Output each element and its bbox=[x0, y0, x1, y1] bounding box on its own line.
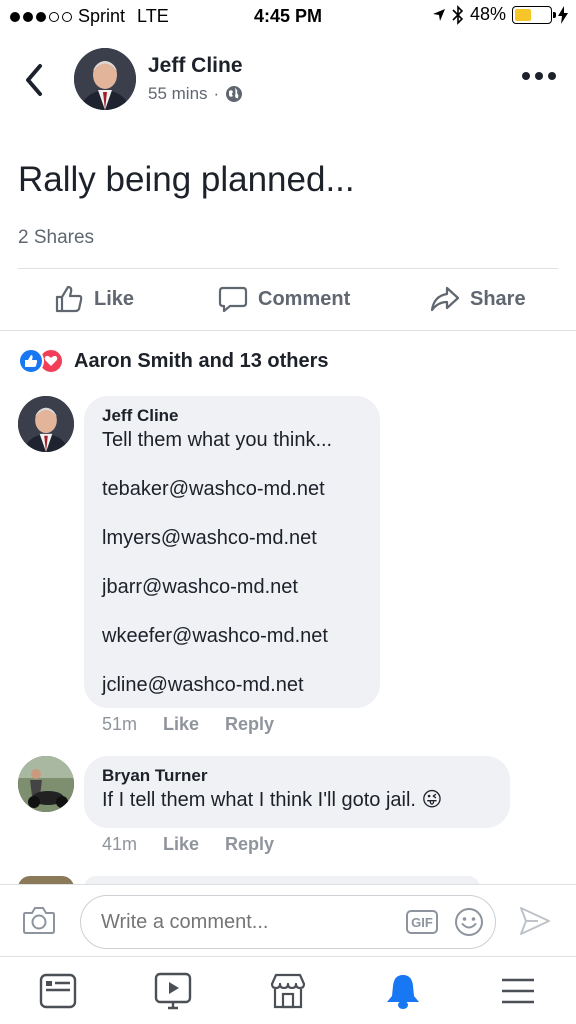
post-time[interactable]: 55 mins bbox=[148, 84, 208, 104]
more-options-icon[interactable] bbox=[522, 72, 556, 80]
comment-time: 51m bbox=[102, 714, 138, 734]
globe-icon bbox=[226, 86, 243, 102]
bottom-tab-bar bbox=[0, 956, 576, 1024]
send-icon[interactable] bbox=[518, 905, 552, 937]
shares-count[interactable]: 2 Shares bbox=[18, 227, 94, 249]
comment-bubble-icon bbox=[218, 286, 248, 313]
comment-text-line: Tell them what you think... bbox=[102, 429, 333, 451]
thumbs-up-icon bbox=[55, 285, 83, 313]
comment-author[interactable]: Jeff Cline bbox=[102, 406, 362, 426]
emoji-icon[interactable] bbox=[454, 907, 484, 937]
divider bbox=[0, 330, 576, 331]
bluetooth-icon bbox=[452, 4, 464, 25]
commenter-avatar[interactable] bbox=[18, 396, 74, 452]
tab-notifications[interactable] bbox=[381, 971, 425, 1011]
share-button[interactable]: Share bbox=[430, 284, 526, 314]
tab-watch[interactable] bbox=[151, 971, 195, 1011]
winking-tongue-emoji: 😜 bbox=[421, 789, 443, 811]
gif-button[interactable]: GIF bbox=[406, 910, 438, 934]
marketplace-shop-icon bbox=[270, 973, 306, 1009]
comment-bubble[interactable]: Bryan Turner If I tell them what I think… bbox=[84, 756, 510, 828]
like-label: Like bbox=[94, 287, 135, 310]
comment-email-link[interactable]: lmyers@washco-md.net bbox=[102, 526, 362, 550]
comment-email-link[interactable]: jcline@washco-md.net bbox=[102, 673, 362, 697]
author-name[interactable]: Jeff Cline bbox=[148, 54, 243, 78]
location-arrow-icon bbox=[432, 8, 445, 21]
comment-button[interactable]: Comment bbox=[218, 284, 350, 314]
tab-news-feed[interactable] bbox=[36, 971, 80, 1011]
meta-separator: · bbox=[213, 84, 220, 103]
post-action-bar: Like Comment Share bbox=[0, 270, 576, 330]
camera-icon[interactable] bbox=[22, 905, 56, 935]
comment-text-line: If I tell them what I think I'll goto ja… bbox=[102, 788, 492, 812]
comment-like-button[interactable]: Like bbox=[163, 714, 199, 735]
comment-author[interactable]: Bryan Turner bbox=[102, 766, 492, 786]
comment-reply-button[interactable]: Reply bbox=[225, 834, 274, 855]
comment-meta: 41m Like Reply bbox=[102, 834, 274, 855]
charging-bolt-icon bbox=[558, 5, 568, 24]
news-feed-icon bbox=[39, 973, 77, 1009]
battery-percent: 48% bbox=[469, 4, 506, 24]
post-text: Rally being planned... bbox=[18, 160, 355, 199]
tab-menu[interactable] bbox=[496, 971, 540, 1011]
commenter-avatar[interactable] bbox=[18, 756, 74, 812]
comment-text: If I tell them what I think I'll goto ja… bbox=[102, 789, 416, 811]
comment-time: 41m bbox=[102, 834, 138, 854]
share-label: Share bbox=[470, 287, 526, 310]
comment-meta: 51m Like Reply bbox=[102, 714, 274, 735]
post-meta: 55 mins · bbox=[148, 84, 243, 104]
bell-icon bbox=[387, 975, 419, 1009]
like-reaction-icon bbox=[18, 348, 44, 374]
comment-email-link[interactable]: jbarr@washco-md.net bbox=[102, 575, 362, 599]
comment-email-link[interactable]: tebaker@washco-md.net bbox=[102, 477, 362, 501]
author-avatar[interactable] bbox=[74, 48, 136, 110]
like-button[interactable]: Like bbox=[54, 284, 134, 314]
status-right: 48% bbox=[432, 4, 568, 25]
comment-composer: GIF bbox=[0, 884, 576, 956]
hamburger-menu-icon bbox=[502, 978, 534, 1004]
video-play-icon bbox=[154, 972, 192, 1010]
share-arrow-icon bbox=[430, 286, 460, 312]
status-bar: Sprint LTE 4:45 PM 48% bbox=[0, 0, 576, 34]
battery-icon bbox=[512, 5, 556, 24]
comment-email-link[interactable]: wkeefer@washco-md.net bbox=[102, 624, 362, 648]
reactions-text: Aaron Smith and 13 others bbox=[74, 349, 329, 372]
comment-bubble[interactable]: Jeff Cline Tell them what you think... t… bbox=[84, 396, 380, 708]
comment-like-button[interactable]: Like bbox=[163, 834, 199, 855]
comment-reply-button[interactable]: Reply bbox=[225, 714, 274, 735]
back-chevron-icon[interactable] bbox=[20, 60, 50, 100]
reactions-summary[interactable]: Aaron Smith and 13 others bbox=[18, 348, 329, 374]
tab-marketplace[interactable] bbox=[266, 971, 310, 1011]
divider bbox=[18, 268, 558, 269]
reaction-icons bbox=[18, 348, 64, 374]
post-header: Jeff Cline 55 mins · bbox=[0, 38, 576, 126]
comment-label: Comment bbox=[258, 287, 351, 310]
